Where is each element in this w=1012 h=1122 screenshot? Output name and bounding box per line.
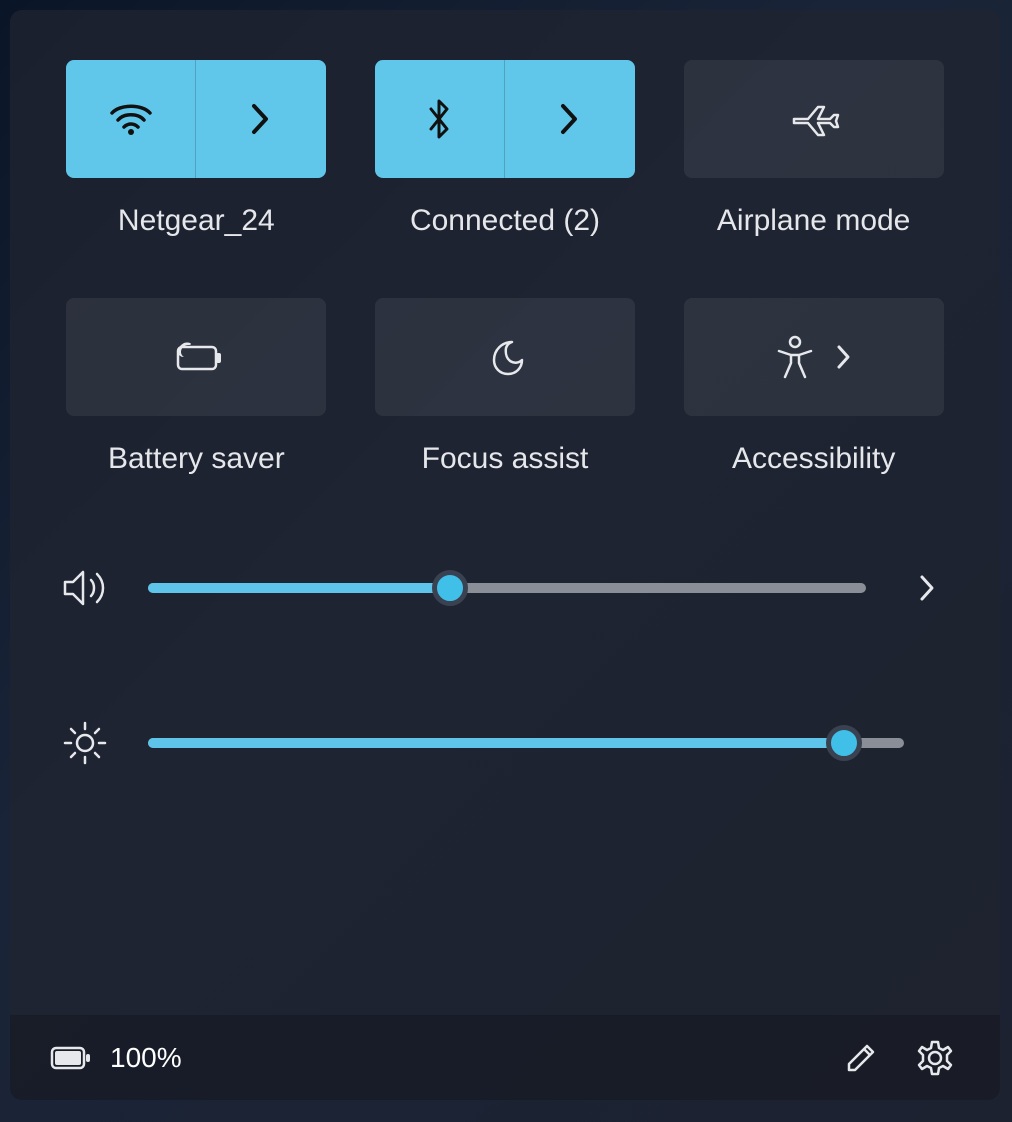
focus-assist-tile-wrap: Focus assist xyxy=(369,298,642,476)
bottom-bar: 100% xyxy=(10,1015,1000,1100)
airplane-icon xyxy=(788,97,840,141)
airplane-tile-wrap: Airplane mode xyxy=(677,60,950,238)
edit-button[interactable] xyxy=(836,1033,886,1083)
sliders-area xyxy=(60,566,950,766)
battery-status[interactable]: 100% xyxy=(50,1042,182,1074)
chevron-right-icon xyxy=(835,343,853,371)
volume-slider-row xyxy=(60,566,950,610)
chevron-right-icon xyxy=(917,573,937,603)
volume-icon-wrap xyxy=(60,566,110,610)
tiles-grid: Netgear_24 Connected (2) xyxy=(60,60,950,476)
gear-icon xyxy=(916,1039,954,1077)
wifi-expand-button[interactable] xyxy=(196,60,326,178)
wifi-icon xyxy=(108,101,154,137)
bluetooth-label: Connected (2) xyxy=(410,204,600,238)
chevron-right-icon xyxy=(559,102,581,136)
volume-slider-thumb[interactable] xyxy=(432,570,468,606)
brightness-slider-row xyxy=(60,720,950,766)
airplane-toggle-button[interactable] xyxy=(684,60,944,178)
focus-assist-toggle-button[interactable] xyxy=(375,298,635,416)
bluetooth-tile xyxy=(375,60,635,178)
battery-saver-label: Battery saver xyxy=(108,442,285,476)
moon-icon xyxy=(484,336,526,378)
wifi-tile xyxy=(66,60,326,178)
brightness-icon xyxy=(62,720,108,766)
focus-assist-label: Focus assist xyxy=(422,442,589,476)
pencil-icon xyxy=(843,1040,879,1076)
battery-saver-tile-wrap: Battery saver xyxy=(60,298,333,476)
accessibility-tile-wrap: Accessibility xyxy=(677,298,950,476)
battery-saver-icon xyxy=(168,339,224,375)
battery-icon xyxy=(50,1045,92,1071)
settings-button[interactable] xyxy=(910,1033,960,1083)
bluetooth-tile-wrap: Connected (2) xyxy=(369,60,642,238)
quick-settings-panel: Netgear_24 Connected (2) xyxy=(10,10,1000,1100)
bluetooth-icon xyxy=(425,97,453,141)
wifi-toggle-button[interactable] xyxy=(66,60,196,178)
wifi-label: Netgear_24 xyxy=(118,204,275,238)
airplane-label: Airplane mode xyxy=(717,204,910,238)
chevron-right-icon xyxy=(250,102,272,136)
bluetooth-toggle-button[interactable] xyxy=(375,60,505,178)
volume-slider-fill xyxy=(148,583,450,593)
battery-percent-label: 100% xyxy=(110,1042,182,1074)
brightness-icon-wrap xyxy=(60,720,110,766)
wifi-tile-wrap: Netgear_24 xyxy=(60,60,333,238)
brightness-slider-thumb[interactable] xyxy=(826,725,862,761)
accessibility-icon xyxy=(775,335,815,379)
accessibility-tile[interactable] xyxy=(684,298,944,416)
volume-slider[interactable] xyxy=(148,583,866,593)
bluetooth-expand-button[interactable] xyxy=(505,60,635,178)
brightness-slider-fill xyxy=(148,738,844,748)
volume-expand-button[interactable] xyxy=(904,573,950,603)
speaker-icon xyxy=(61,566,109,610)
battery-saver-toggle-button[interactable] xyxy=(66,298,326,416)
accessibility-label: Accessibility xyxy=(732,442,895,476)
panel-content: Netgear_24 Connected (2) xyxy=(10,10,1000,1015)
brightness-slider[interactable] xyxy=(148,738,904,748)
